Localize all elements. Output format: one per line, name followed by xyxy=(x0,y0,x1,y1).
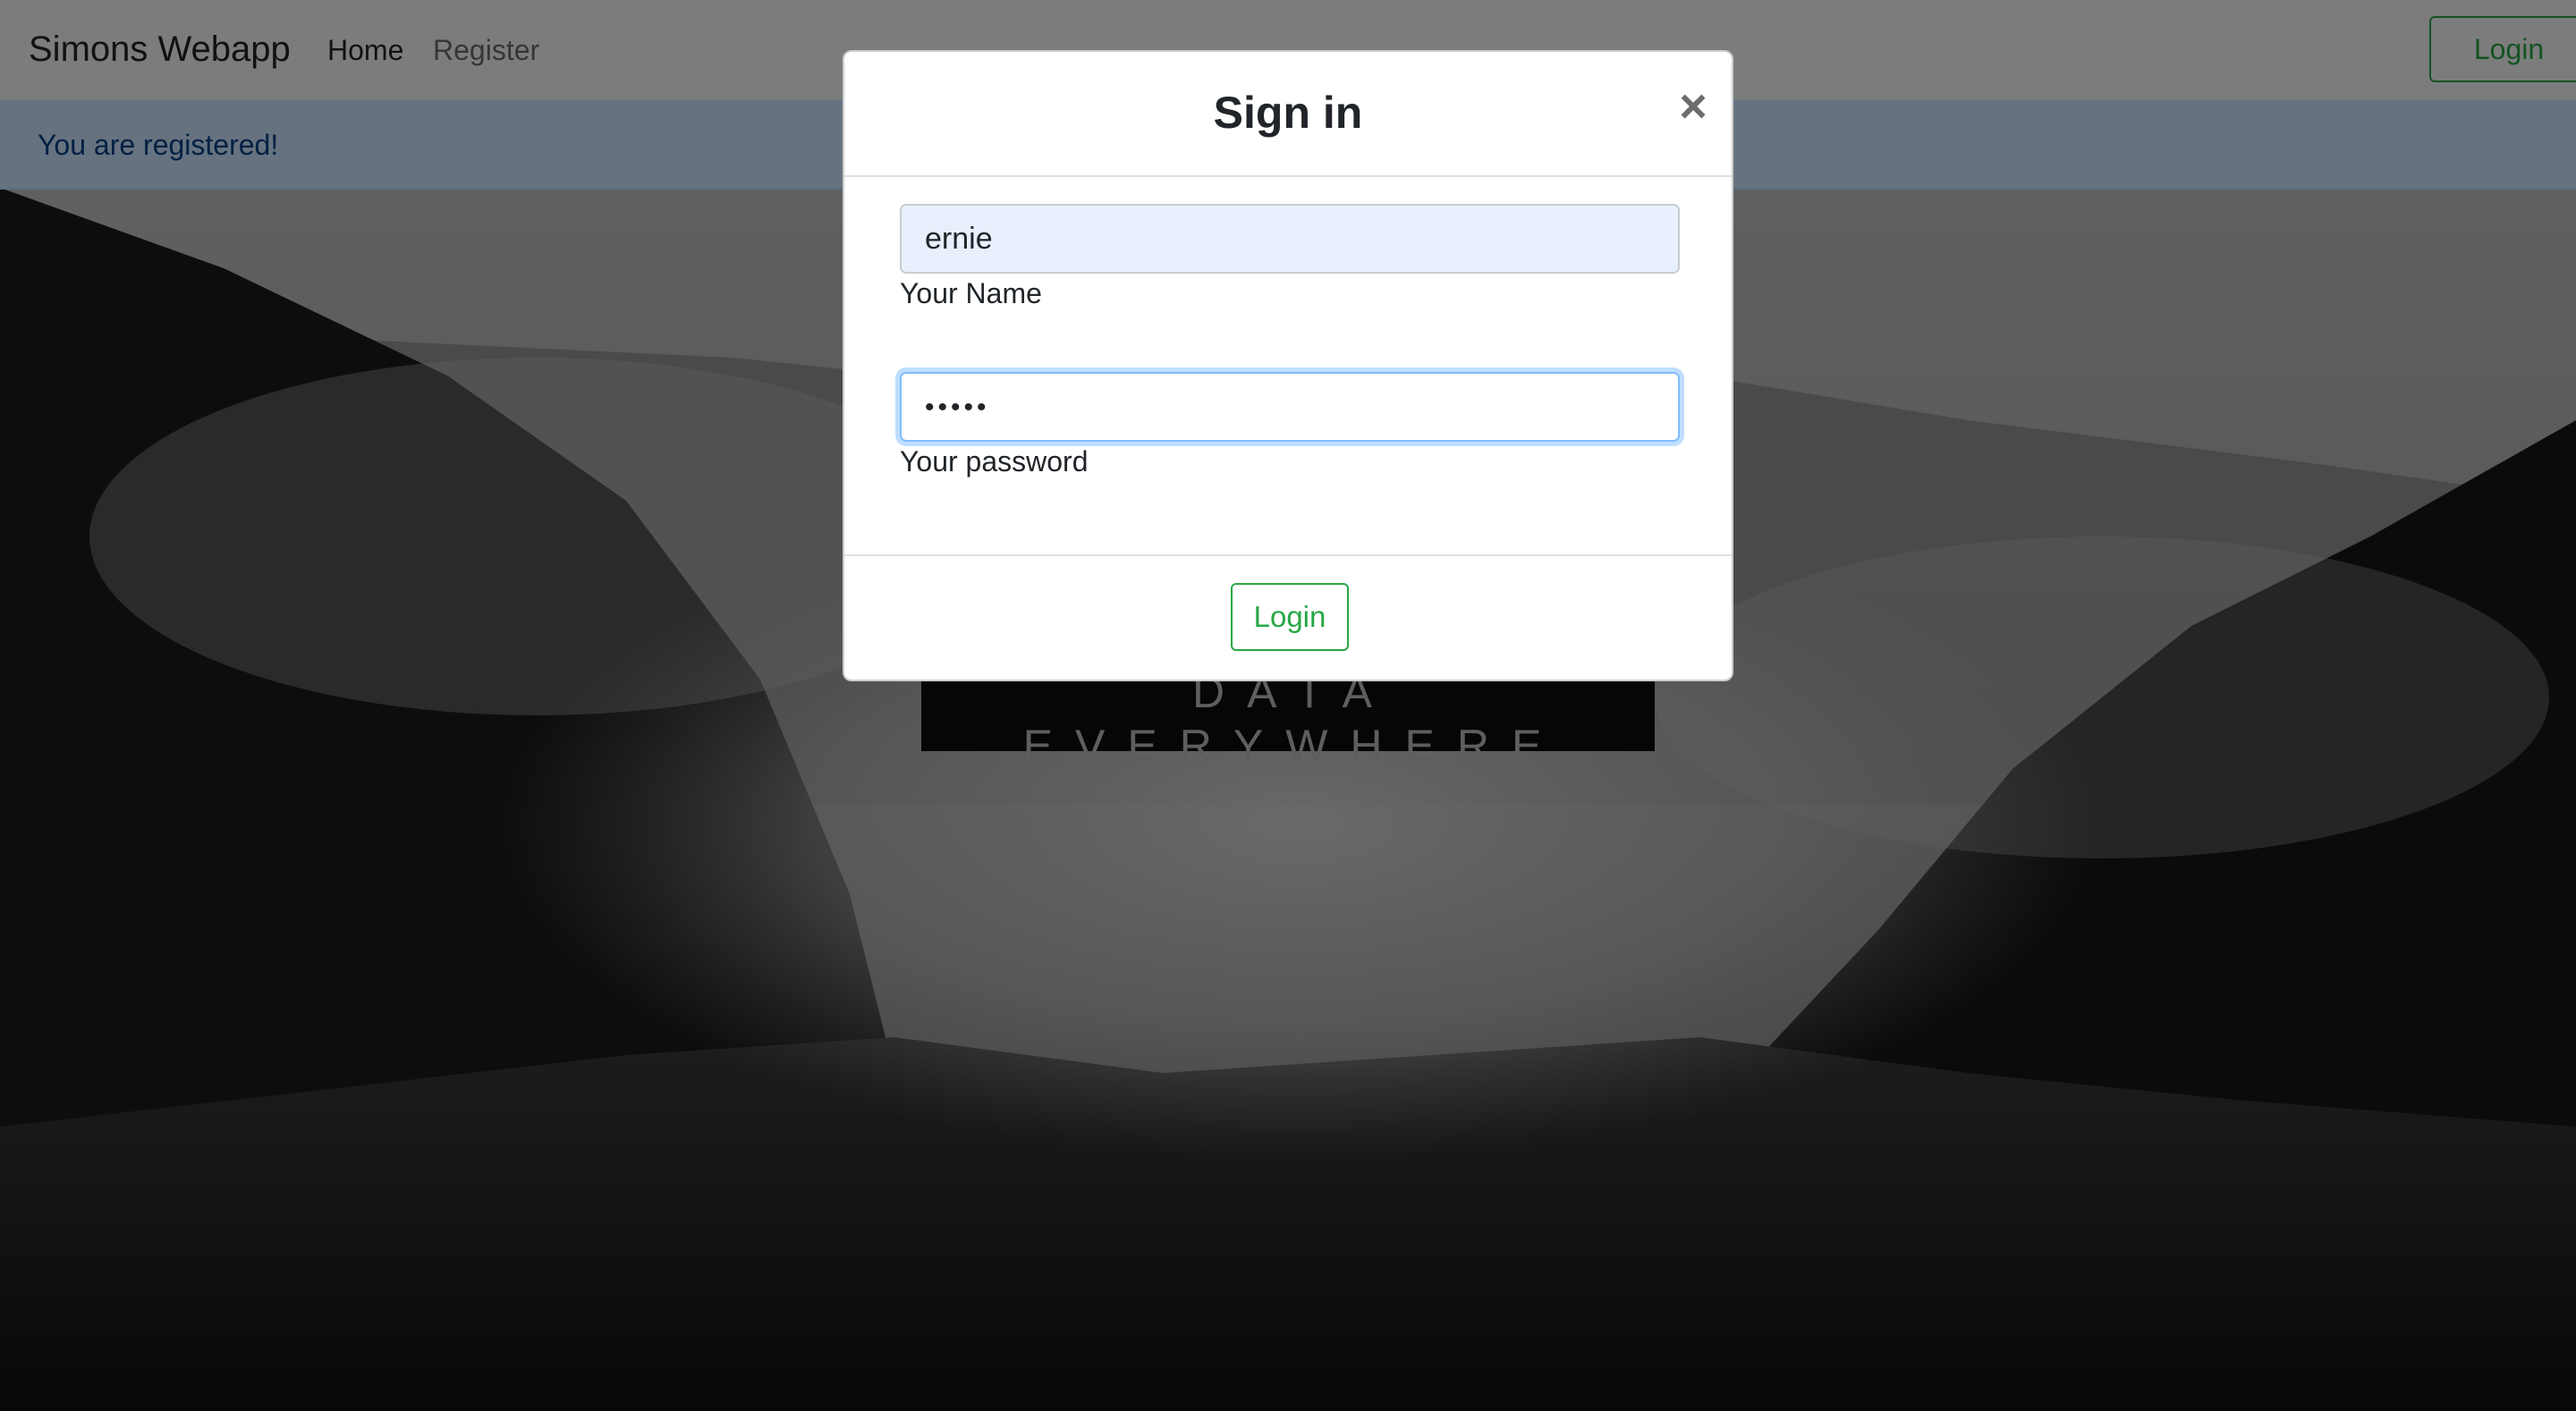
sign-in-modal: Sign in × Your Name ••••• Your password … xyxy=(843,50,1733,681)
modal-title: Sign in xyxy=(1213,88,1363,138)
password-input[interactable]: ••••• xyxy=(900,372,1680,442)
name-label: Your Name xyxy=(900,277,1042,309)
name-input[interactable] xyxy=(900,204,1680,274)
page: Simons Webapp Home Register Login You ar… xyxy=(0,0,2576,1411)
modal-header: Sign in × xyxy=(844,52,1732,177)
password-label: Your password xyxy=(900,445,1089,477)
modal-footer: Login xyxy=(844,554,1732,681)
close-icon[interactable]: × xyxy=(1671,82,1716,131)
modal-login-button[interactable]: Login xyxy=(1231,583,1349,651)
